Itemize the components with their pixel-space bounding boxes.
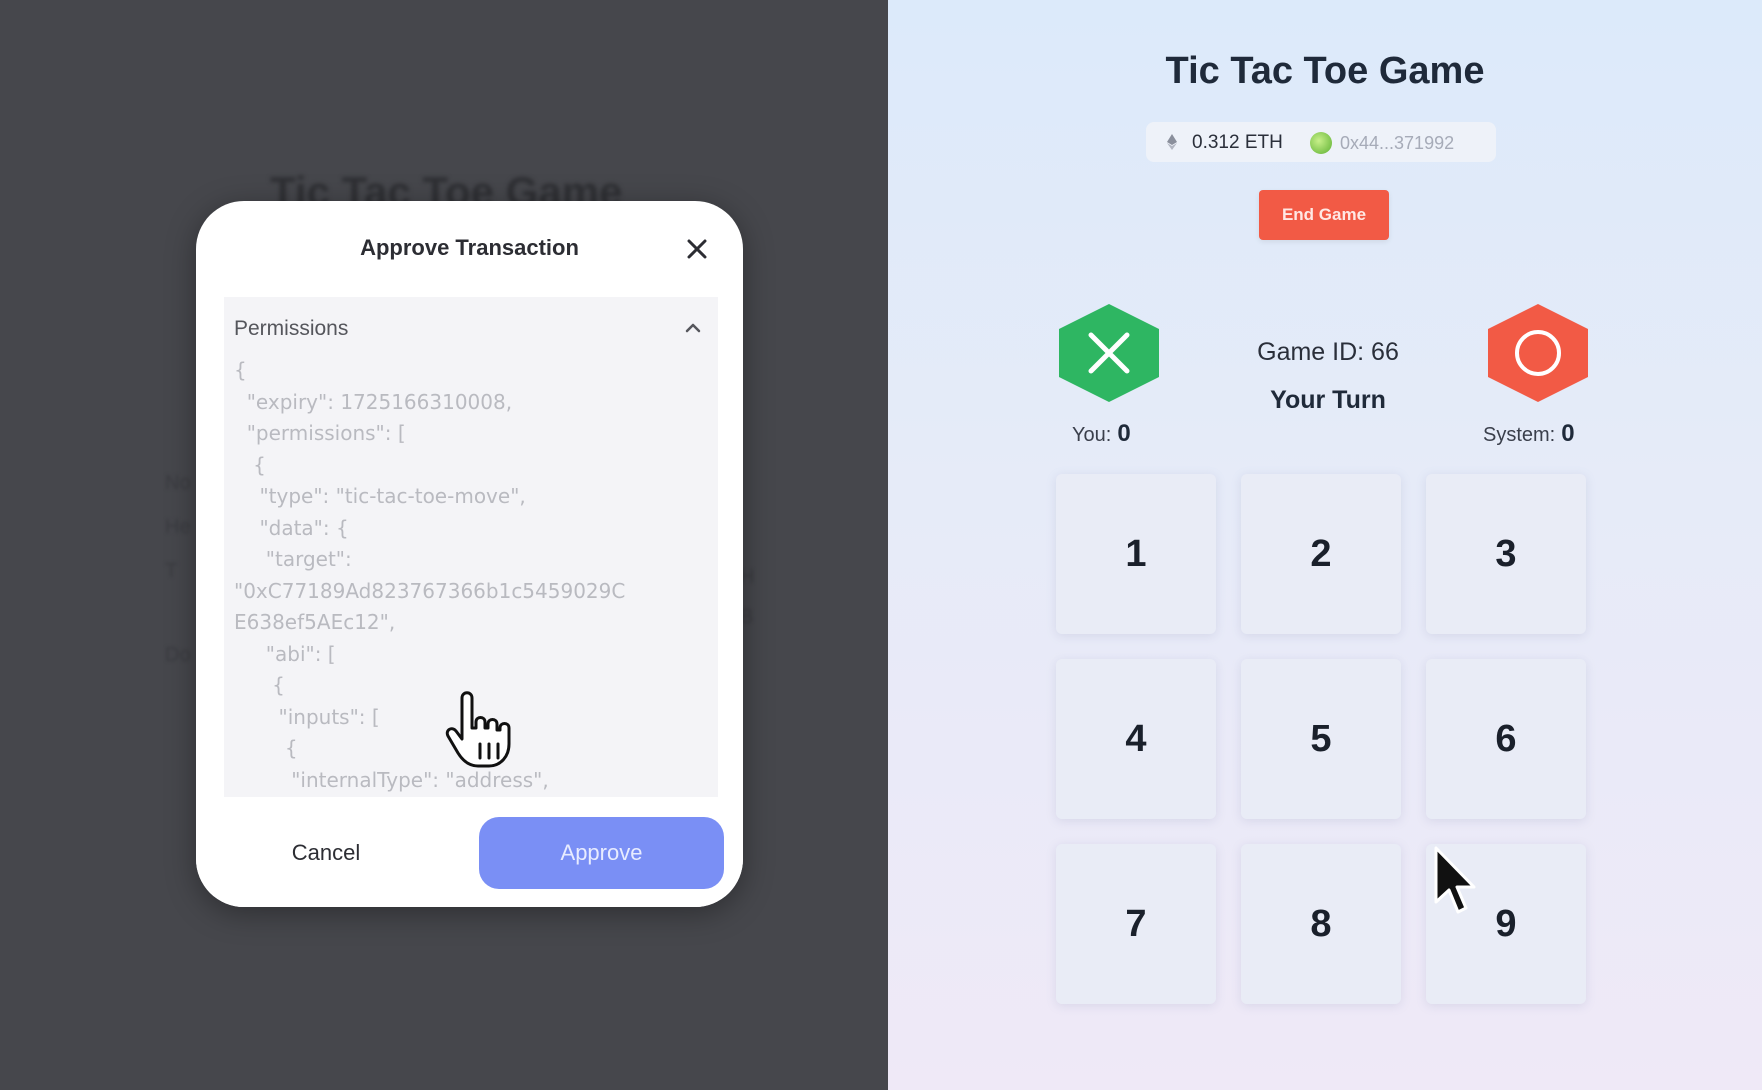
- board-cell-2[interactable]: 2: [1241, 474, 1401, 634]
- board-cell-7[interactable]: 7: [1056, 844, 1216, 1004]
- system-score-value: 0: [1561, 420, 1575, 447]
- board-cell-5[interactable]: 5: [1241, 659, 1401, 819]
- end-game-button[interactable]: End Game: [1259, 190, 1389, 240]
- wallet-bar[interactable]: 0.312 ETH 0x44...371992: [1146, 122, 1496, 162]
- system-score-label: System:: [1483, 424, 1556, 446]
- background-text-fragment: He: [165, 516, 191, 538]
- modal-header: Approve Transaction: [196, 201, 743, 297]
- background-text-fragment: No: [165, 472, 191, 494]
- wallet-avatar: [1310, 132, 1332, 154]
- you-score: You: 0: [1072, 420, 1131, 448]
- permissions-header[interactable]: Permissions: [224, 297, 718, 353]
- modal-footer: Cancel Approve: [196, 797, 743, 907]
- modal-title: Approve Transaction: [360, 235, 579, 260]
- arrow-cursor: [1432, 846, 1480, 918]
- close-button[interactable]: [683, 235, 711, 263]
- close-icon: [687, 239, 707, 259]
- game-id: Game ID: 66: [1257, 338, 1399, 366]
- you-score-label: You:: [1072, 424, 1112, 446]
- system-score: System: 0: [1483, 420, 1575, 448]
- left-pane: Tic Tac Toe Game No He T Do H B Approve …: [0, 0, 888, 1090]
- permissions-label: Permissions: [234, 317, 349, 340]
- player-o-badge: [1484, 302, 1592, 404]
- board-cell-1[interactable]: 1: [1056, 474, 1216, 634]
- board-cell-3[interactable]: 3: [1426, 474, 1586, 634]
- wallet-address: 0x44...371992: [1340, 133, 1455, 153]
- game-title: Tic Tac Toe Game: [1165, 50, 1485, 92]
- background-text-fragment: Do: [165, 644, 191, 666]
- game-pane: Tic Tac Toe Game 0.312 ETH 0x44...371992…: [888, 0, 1762, 1090]
- turn-status: Your Turn: [1270, 386, 1386, 414]
- game-board: 1 2 3 4 5 6 7 8 9: [1056, 474, 1596, 1014]
- chevron-up-icon[interactable]: [682, 317, 704, 339]
- eth-balance: 0.312 ETH: [1192, 132, 1283, 153]
- hand-pointer-cursor: [436, 682, 526, 772]
- board-cell-4[interactable]: 4: [1056, 659, 1216, 819]
- approve-button[interactable]: Approve: [479, 817, 724, 889]
- background-text-fragment: T: [165, 560, 178, 582]
- board-cell-8[interactable]: 8: [1241, 844, 1401, 1004]
- board-cell-6[interactable]: 6: [1426, 659, 1586, 819]
- eth-icon: [1162, 132, 1182, 152]
- approve-transaction-modal: Approve Transaction Permissions { "expir…: [196, 201, 743, 907]
- cancel-button[interactable]: Cancel: [236, 817, 416, 889]
- player-x-badge: [1055, 302, 1163, 404]
- you-score-value: 0: [1117, 420, 1131, 447]
